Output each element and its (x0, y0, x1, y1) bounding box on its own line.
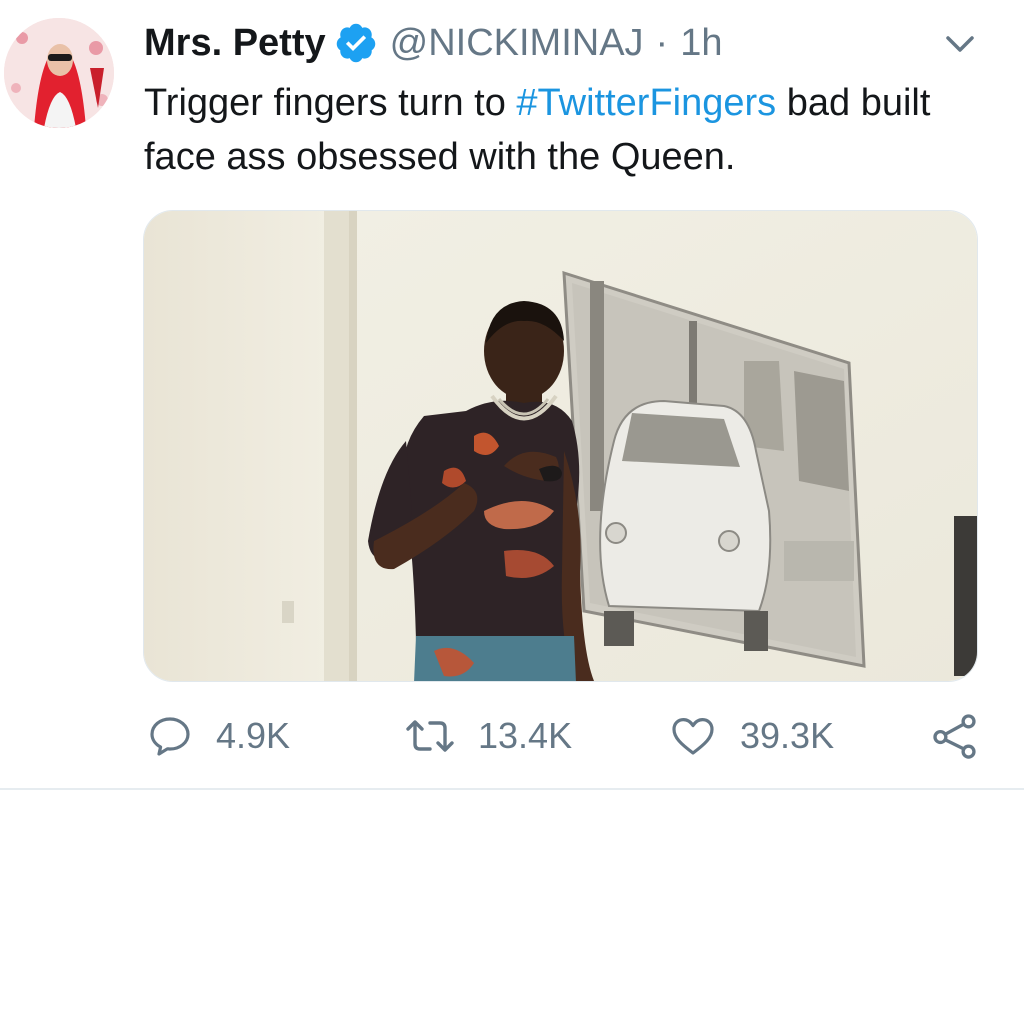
hashtag-link[interactable]: #TwitterFingers (516, 82, 776, 124)
share-button[interactable] (930, 706, 980, 766)
tweet-media-photo[interactable] (143, 210, 978, 682)
chevron-down-icon[interactable] (938, 22, 982, 66)
display-name[interactable]: Mrs. Petty (144, 22, 326, 65)
verified-badge-icon (336, 23, 375, 63)
heart-icon (672, 718, 714, 755)
reply-count: 4.9K (216, 715, 291, 756)
reply-icon (150, 717, 190, 756)
retweet-icon (406, 720, 454, 752)
avatar[interactable] (4, 18, 114, 128)
share-icon (933, 714, 976, 759)
photo-image (144, 211, 977, 681)
like-button[interactable]: 39.3K (668, 706, 834, 766)
retweet-button[interactable]: 13.4K (404, 706, 572, 766)
separator-dot: · (655, 21, 669, 64)
reply-button[interactable]: 4.9K (146, 706, 290, 766)
tweet-card[interactable]: Mrs. Petty @NICKIMINAJ · 1h Trigger fing… (0, 0, 1024, 790)
tweet-text-before: Trigger fingers turn to (144, 82, 517, 124)
tweet-actions: 4.9K 13.4K 39.3K (0, 706, 1024, 766)
tweet-header: Mrs. Petty @NICKIMINAJ · 1h (144, 18, 722, 68)
tweet-text: Trigger fingers turn to #TwitterFingers … (144, 76, 984, 184)
like-count: 39.3K (740, 715, 835, 756)
avatar-image (4, 18, 114, 128)
timestamp[interactable]: 1h (680, 22, 722, 65)
user-handle[interactable]: @NICKIMINAJ (390, 22, 644, 65)
retweet-count: 13.4K (478, 715, 573, 756)
